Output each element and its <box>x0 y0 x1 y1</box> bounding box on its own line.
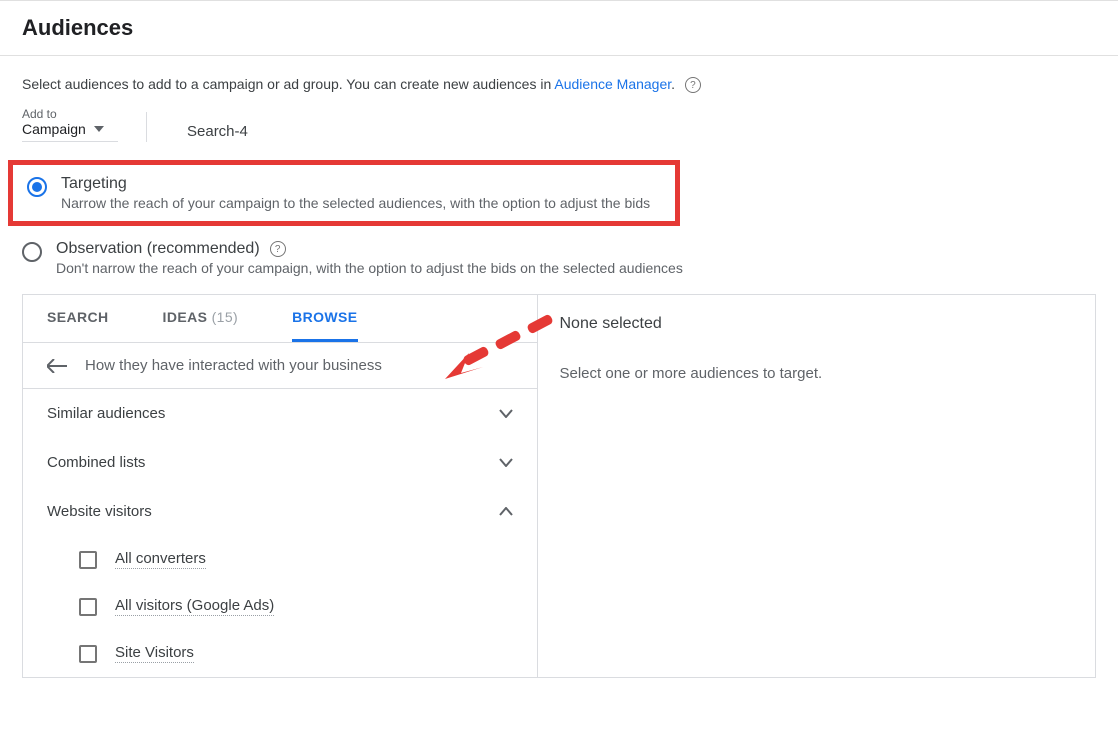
audience-panel: SEARCH IDEAS (15) BROWSE How they have i… <box>22 294 1096 678</box>
radio-observation-button[interactable] <box>22 242 42 262</box>
list-item[interactable]: Site Visitors <box>71 630 537 677</box>
radio-targeting-text: Targeting Narrow the reach of your campa… <box>61 175 650 211</box>
selected-title: None selected <box>560 315 1074 333</box>
radio-targeting[interactable]: Targeting Narrow the reach of your campa… <box>8 160 680 226</box>
caret-down-icon <box>94 126 104 132</box>
tab-browse[interactable]: BROWSE <box>292 309 357 342</box>
selected-desc: Select one or more audiences to target. <box>560 365 1074 382</box>
row-similar-audiences[interactable]: Similar audiences <box>23 389 537 438</box>
radio-targeting-button[interactable] <box>27 177 47 197</box>
radio-observation-title: Observation (recommended) ? <box>56 240 683 258</box>
breadcrumb-label: How they have interacted with your busin… <box>85 357 382 374</box>
campaign-name: Search-4 <box>187 123 248 142</box>
radio-observation-desc: Don't narrow the reach of your campaign,… <box>56 260 683 276</box>
intro-before: Select audiences to add to a campaign or… <box>22 76 554 92</box>
help-icon[interactable]: ? <box>270 241 286 257</box>
add-to-value[interactable]: Campaign <box>22 121 118 137</box>
visitor-sublist: All converters All visitors (Google Ads)… <box>23 536 537 677</box>
audience-manager-link[interactable]: Audience Manager <box>554 76 671 92</box>
tab-search[interactable]: SEARCH <box>47 309 109 342</box>
list-item[interactable]: All converters <box>71 536 537 583</box>
list-item[interactable]: All visitors (Google Ads) <box>71 583 537 630</box>
intro-text: Select audiences to add to a campaign or… <box>0 56 1118 93</box>
add-to-selector[interactable]: Add to Campaign <box>22 107 118 142</box>
checkbox-site-visitors[interactable] <box>79 645 97 663</box>
add-to-label: Add to <box>22 107 118 121</box>
chevron-down-icon <box>499 458 513 467</box>
page-title: Audiences <box>22 15 1096 41</box>
radio-observation-text: Observation (recommended) ? Don't narrow… <box>56 240 683 276</box>
radio-targeting-title: Targeting <box>61 175 650 193</box>
row-website-visitors[interactable]: Website visitors <box>23 487 537 536</box>
separator <box>146 112 147 142</box>
controls-row: Add to Campaign Search-4 <box>0 93 1118 160</box>
back-arrow-icon[interactable] <box>47 359 67 373</box>
checkbox-all-visitors[interactable] <box>79 598 97 616</box>
tab-ideas[interactable]: IDEAS (15) <box>163 309 239 342</box>
panel-right: None selected Select one or more audienc… <box>538 295 1096 677</box>
radio-dot-icon <box>32 182 42 192</box>
chevron-down-icon <box>499 409 513 418</box>
intro-after: . <box>671 76 675 92</box>
radio-targeting-desc: Narrow the reach of your campaign to the… <box>61 195 650 211</box>
page-header: Audiences <box>0 0 1118 56</box>
help-icon[interactable]: ? <box>685 77 701 93</box>
radio-observation[interactable]: Observation (recommended) ? Don't narrow… <box>0 230 1118 286</box>
row-combined-lists[interactable]: Combined lists <box>23 438 537 487</box>
panel-left: SEARCH IDEAS (15) BROWSE How they have i… <box>23 295 538 677</box>
breadcrumb: How they have interacted with your busin… <box>23 343 537 389</box>
chevron-up-icon <box>499 507 513 516</box>
tabs: SEARCH IDEAS (15) BROWSE <box>23 295 537 343</box>
checkbox-all-converters[interactable] <box>79 551 97 569</box>
